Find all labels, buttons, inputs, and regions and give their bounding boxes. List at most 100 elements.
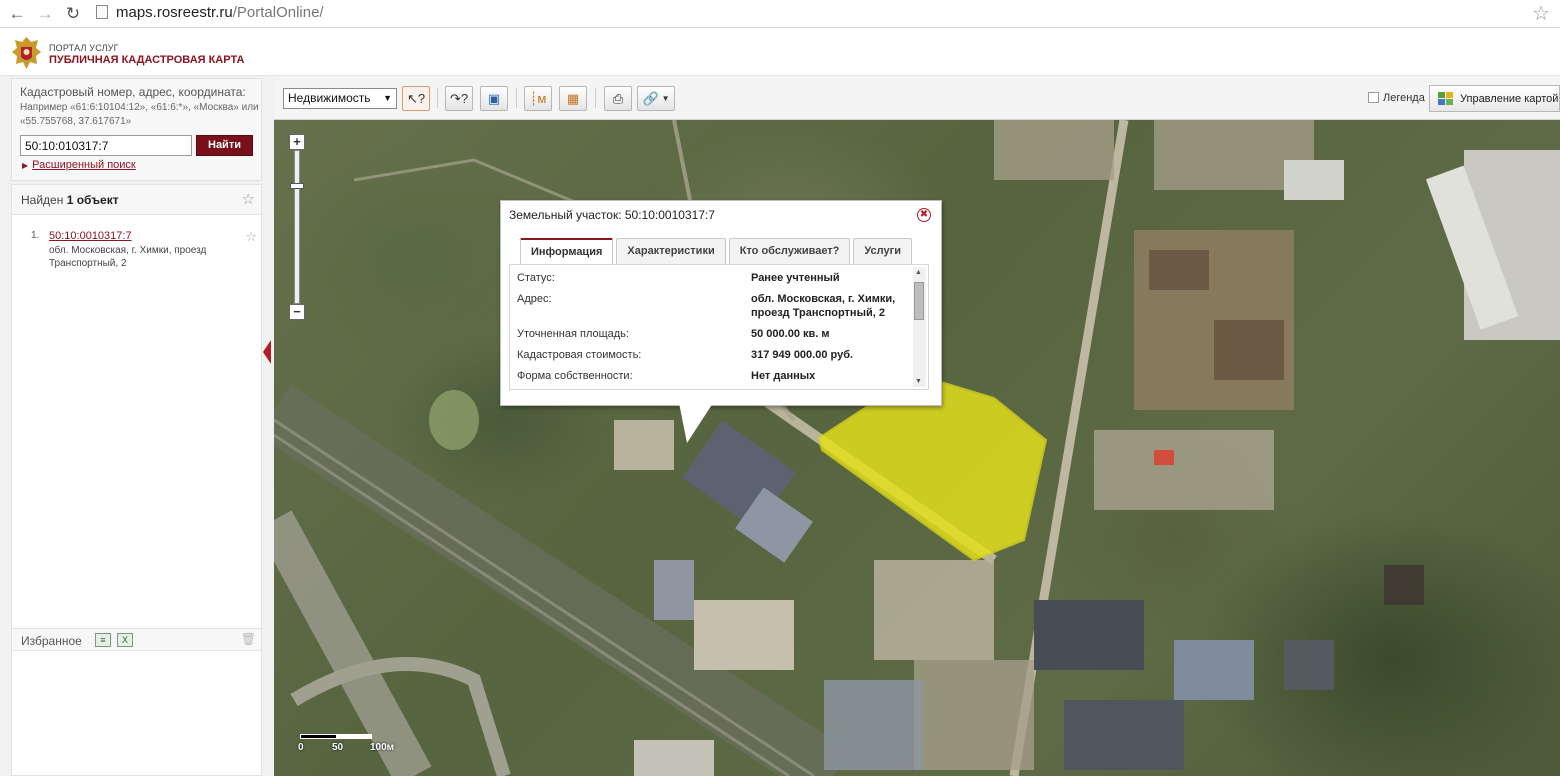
map-canvas[interactable]: + − 0 50 100м Земельный участок: 50:10:0…	[274, 120, 1560, 776]
scale-bar: 0 50 100м	[298, 734, 400, 758]
search-input[interactable]	[20, 135, 192, 156]
map-toolbar: Недвижимость ▼ ↖? ↷? ▣ ┊м ▦ ⎙ 🔗 ▼ Легенда…	[274, 76, 1560, 120]
scroll-up-icon[interactable]: ▲	[915, 269, 922, 276]
popup-tabs: Информация Характеристики Кто обслуживае…	[520, 238, 912, 265]
popup-title: Земельный участок: 50:10:0010317:7	[509, 208, 715, 222]
favorites-header: Избранное ≡ X 🗑	[12, 629, 261, 651]
tab-information[interactable]: Информация	[520, 238, 614, 265]
popup-body: Статус: Ранее учтенный Адрес: обл. Моско…	[509, 264, 929, 390]
row-label: Уточненная площадь:	[517, 328, 629, 340]
row-label: Статус:	[517, 272, 555, 284]
row-label: Кадастровая стоимость:	[517, 349, 642, 361]
layers-grid-icon	[1438, 92, 1454, 106]
app-title[interactable]: ПУБЛИЧНАЯ КАДАСТРОВАЯ КАРТА	[49, 54, 244, 66]
trash-icon[interactable]: 🗑	[241, 632, 256, 646]
search-button[interactable]: Найти	[196, 135, 253, 156]
legend-checkbox[interactable]	[1368, 92, 1379, 103]
row-value: 50 000.00 кв. м	[751, 328, 830, 340]
list-item[interactable]: 1. 50:10:0010317:7 обл. Московская, г. Х…	[12, 215, 261, 269]
results-count: Найден 1 объект	[21, 193, 119, 207]
scrollbar-thumb[interactable]	[914, 282, 924, 320]
back-icon[interactable]: ←	[6, 3, 28, 25]
site-header: ПОРТАЛ УСЛУГ ПУБЛИЧНАЯ КАДАСТРОВАЯ КАРТА	[0, 29, 1560, 76]
collapse-sidebar-handle[interactable]	[263, 340, 271, 364]
close-icon[interactable]: ✖	[917, 208, 931, 222]
zoom-control: + −	[289, 134, 305, 320]
favorites-title: Избранное	[21, 634, 82, 648]
area-ruler-icon: ▦	[566, 90, 580, 106]
star-icon[interactable]: ☆	[242, 190, 255, 208]
star-icon[interactable]: ☆	[245, 229, 257, 245]
popup-scrollbar[interactable]: ▲ ▼	[913, 267, 926, 387]
reload-icon[interactable]: ↻	[62, 3, 84, 25]
scroll-down-icon[interactable]: ▼	[915, 378, 922, 385]
zoom-slider[interactable]	[294, 150, 300, 304]
layer-select[interactable]: Недвижимость ▼	[283, 88, 397, 109]
ruler-icon: ┊м	[529, 90, 547, 106]
measure-length-button[interactable]: ┊м	[524, 86, 552, 111]
results-found-prefix: Найден	[21, 193, 64, 207]
row-label: Адрес:	[517, 293, 552, 305]
advanced-search-label: Расширенный поиск	[32, 159, 136, 171]
map-control-label: Управление картой	[1460, 92, 1559, 105]
search-title: Кадастровый номер, адрес, координата:	[20, 85, 246, 99]
portal-label: ПОРТАЛ УСЛУГ	[49, 43, 119, 53]
row-value: Нет данных	[751, 370, 816, 382]
toolbar-divider	[516, 88, 517, 108]
search-panel: Кадастровый номер, адрес, координата: На…	[11, 78, 262, 181]
scale-label: 0	[298, 742, 304, 753]
scale-line	[300, 734, 372, 739]
sidebar: Кадастровый номер, адрес, координата: На…	[0, 76, 274, 776]
lasso-question-icon: ↷?	[449, 90, 469, 106]
identify-cursor-button[interactable]: ↖?	[402, 86, 430, 111]
printer-icon: ⎙	[612, 90, 624, 106]
map-question-icon: ▣	[487, 90, 501, 106]
scale-label: 100м	[370, 742, 395, 753]
url-path: /PortalOnline/	[232, 3, 324, 21]
popup-pointer	[679, 403, 713, 443]
results-found-count: 1 объект	[66, 193, 119, 207]
results-panel: Найден 1 объект ☆ 1. 50:10:0010317:7 обл…	[11, 184, 262, 702]
zoom-slider-thumb[interactable]	[290, 183, 304, 189]
zoom-in-button[interactable]: +	[289, 134, 305, 150]
toolbar-divider	[595, 88, 596, 108]
link-button[interactable]: 🔗 ▼	[637, 86, 675, 111]
row-label: Форма собственности:	[517, 370, 633, 382]
chevron-down-icon: ▼	[383, 93, 392, 103]
measure-area-button[interactable]: ▦	[559, 86, 587, 111]
result-link[interactable]: 50:10:0010317:7	[49, 230, 132, 242]
tab-characteristics[interactable]: Характеристики	[616, 238, 726, 264]
layer-select-value: Недвижимость	[288, 91, 371, 105]
coat-of-arms-icon	[12, 37, 41, 69]
search-hint: Например «61:6:10104:12», «61:6:*», «Мос…	[20, 102, 259, 127]
scale-label: 50	[332, 742, 344, 753]
result-address: обл. Московская, г. Химки, проезд Трансп…	[49, 245, 207, 269]
print-button[interactable]: ⎙	[604, 86, 632, 111]
triangle-right-icon: ▶	[22, 161, 29, 170]
link-icon: 🔗	[642, 90, 659, 106]
address-bar[interactable]: maps.rosreestr.ru/PortalOnline/	[96, 0, 1536, 24]
export-excel-icon[interactable]: X	[117, 633, 133, 647]
favorites-panel: Избранное ≡ X 🗑	[11, 628, 262, 776]
advanced-search-link[interactable]: ▶ Расширенный поиск	[22, 159, 136, 171]
row-value: Ранее учтенный	[751, 272, 840, 284]
browser-toolbar: ← → ↻ maps.rosreestr.ru/PortalOnline/ ☆	[0, 0, 1560, 28]
url-host: maps.rosreestr.ru	[116, 3, 233, 21]
map-info-button[interactable]: ▣	[480, 86, 508, 111]
zoom-out-button[interactable]: −	[289, 304, 305, 320]
page-icon	[96, 5, 108, 19]
tab-who-serves[interactable]: Кто обслуживает?	[728, 238, 851, 264]
row-value: 317 949 000.00 руб.	[751, 349, 854, 361]
toolbar-divider	[437, 88, 438, 108]
legend-label[interactable]: Легенда	[1383, 92, 1425, 104]
area-identify-button[interactable]: ↷?	[445, 86, 473, 111]
parcel-info-popup: Земельный участок: 50:10:0010317:7 ✖ Инф…	[500, 200, 942, 406]
bookmark-star-icon[interactable]: ☆	[1532, 1, 1550, 26]
tab-services[interactable]: Услуги	[853, 238, 912, 264]
import-icon[interactable]: ≡	[95, 633, 111, 647]
results-header: Найден 1 объект ☆	[12, 185, 261, 215]
map-control-button[interactable]: Управление картой	[1429, 85, 1560, 112]
forward-icon[interactable]: →	[34, 3, 56, 25]
result-number: 1.	[31, 230, 40, 241]
cursor-question-icon: ↖?	[406, 90, 426, 106]
